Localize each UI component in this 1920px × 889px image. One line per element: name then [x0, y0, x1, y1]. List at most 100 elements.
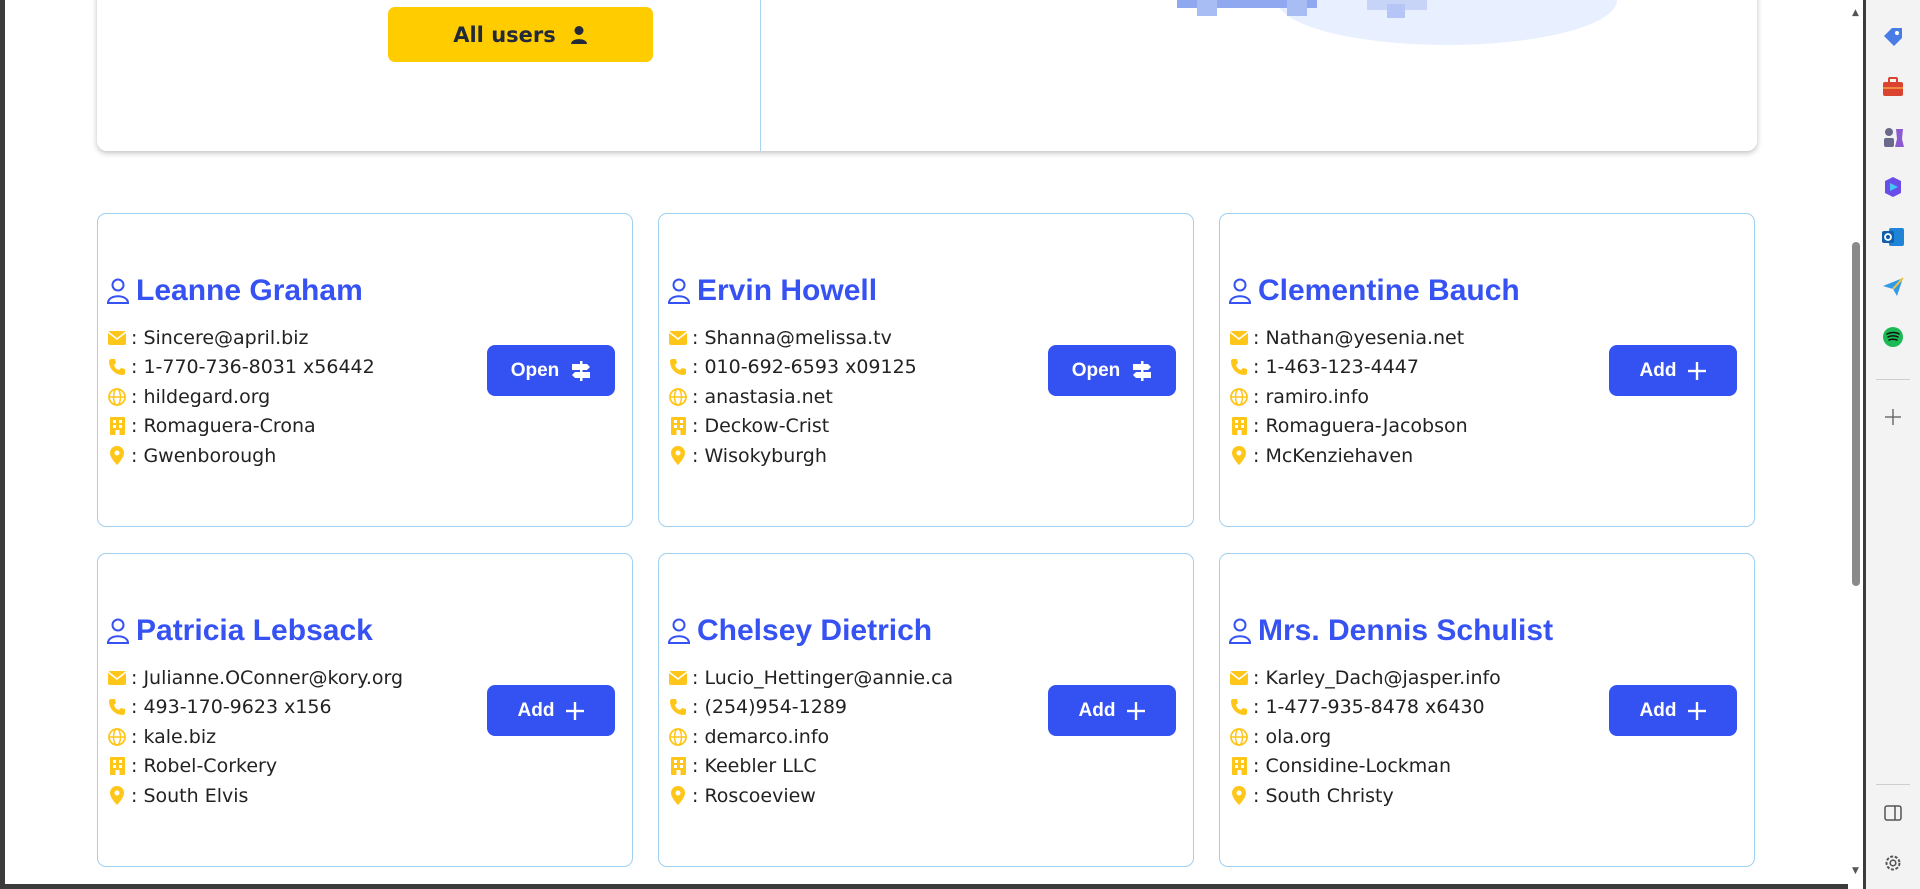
add-user-button[interactable]: Add: [1048, 685, 1176, 736]
user-name-text: Chelsey Dietrich: [697, 614, 933, 647]
globe-icon: [106, 726, 128, 748]
building-icon: [106, 415, 128, 437]
user-phone: : 1-770-736-8031 x56442: [131, 356, 375, 379]
tag-icon[interactable]: [1878, 22, 1908, 52]
hero-panel: All users: [97, 0, 1757, 151]
plus-icon: [1688, 701, 1707, 720]
user-card: Mrs. Dennis Schulist : Karley_Dach@jaspe…: [1219, 553, 1755, 867]
user-company: : Romaguera-Crona: [131, 415, 316, 438]
user-outline-icon: [1228, 278, 1252, 304]
user-name: Patricia Lebsack: [106, 614, 373, 648]
browser-sidebar: [1866, 0, 1920, 889]
building-icon: [1228, 755, 1250, 777]
add-user-button[interactable]: Add: [487, 685, 615, 736]
split-view-icon[interactable]: [1878, 798, 1908, 828]
add-user-button[interactable]: Add: [1609, 685, 1737, 736]
all-users-button[interactable]: All users: [388, 7, 653, 62]
map-pin-icon: [1228, 785, 1250, 807]
user-card: Ervin Howell : Shanna@melissa.tv : 010-6…: [658, 213, 1194, 527]
user-info: : Julianne.OConner@kory.org : 493-170-96…: [106, 663, 403, 811]
user-name-text: Ervin Howell: [697, 274, 878, 307]
globe-icon: [667, 726, 689, 748]
send-icon[interactable]: [1878, 272, 1908, 302]
user-email: : Shanna@melissa.tv: [692, 326, 892, 349]
user-name-text: Patricia Lebsack: [136, 614, 373, 647]
building-icon: [1228, 415, 1250, 437]
user-info: : Sincere@april.biz : 1-770-736-8031 x56…: [106, 323, 375, 471]
scroll-down-arrow-icon[interactable]: ▼: [1850, 866, 1861, 877]
user-card: Leanne Graham : Sincere@april.biz : 1-77…: [97, 213, 633, 527]
envelope-icon: [106, 667, 128, 689]
envelope-icon: [667, 667, 689, 689]
user-name-text: Leanne Graham: [136, 274, 363, 307]
scroll-up-arrow-icon[interactable]: ▲: [1850, 8, 1861, 19]
user-website: : hildegard.org: [131, 385, 271, 408]
sidebar-separator: [1876, 784, 1910, 785]
signpost-icon: [572, 360, 591, 381]
phone-icon: [1228, 356, 1250, 378]
map-pin-icon: [667, 445, 689, 467]
globe-icon: [667, 386, 689, 408]
globe-icon: [1228, 726, 1250, 748]
settings-icon[interactable]: [1878, 848, 1908, 878]
envelope-icon: [667, 327, 689, 349]
user-name: Mrs. Dennis Schulist: [1228, 614, 1553, 648]
all-users-label: All users: [453, 22, 556, 47]
map-pin-icon: [667, 785, 689, 807]
building-icon: [667, 415, 689, 437]
user-city: : McKenziehaven: [1253, 444, 1414, 467]
map-pin-icon: [1228, 445, 1250, 467]
user-name-text: Mrs. Dennis Schulist: [1258, 614, 1554, 647]
spotify-icon[interactable]: [1878, 322, 1908, 352]
user-icon: [570, 25, 587, 44]
chess-icon[interactable]: [1878, 122, 1908, 152]
user-city: : South Christy: [1253, 784, 1394, 807]
user-company: : Keebler LLC: [692, 755, 817, 778]
user-website: : kale.biz: [131, 725, 217, 748]
open-user-button[interactable]: Open: [1048, 345, 1176, 396]
user-email: : Julianne.OConner@kory.org: [131, 666, 404, 689]
add-icon[interactable]: [1878, 402, 1908, 432]
button-label: Add: [1078, 699, 1116, 721]
user-name: Leanne Graham: [106, 274, 363, 308]
user-website: : demarco.info: [692, 725, 830, 748]
phone-icon: [667, 356, 689, 378]
button-label: Open: [1071, 359, 1121, 381]
user-email: : Lucio_Hettinger@annie.ca: [692, 666, 954, 689]
user-website: : ola.org: [1253, 725, 1332, 748]
user-company: : Considine-Lockman: [1253, 755, 1451, 778]
user-phone: : 493-170-9623 x156: [131, 696, 332, 719]
user-email: : Nathan@yesenia.net: [1253, 326, 1465, 349]
user-website: : ramiro.info: [1253, 385, 1370, 408]
panel-divider: [760, 0, 761, 151]
phone-icon: [1228, 696, 1250, 718]
user-phone: : 1-463-123-4447: [1253, 356, 1419, 379]
outlook-icon[interactable]: [1878, 222, 1908, 252]
copilot-icon[interactable]: [1878, 172, 1908, 202]
user-outline-icon: [106, 618, 130, 644]
open-user-button[interactable]: Open: [487, 345, 615, 396]
user-outline-icon: [106, 278, 130, 304]
user-info: : Karley_Dach@jasper.info : 1-477-935-84…: [1228, 663, 1501, 811]
vertical-scrollbar[interactable]: ▲ ▼: [1848, 0, 1863, 889]
signpost-icon: [1133, 360, 1152, 381]
user-company: : Deckow-Crist: [692, 415, 830, 438]
user-city: : Wisokyburgh: [692, 444, 827, 467]
user-info: : Nathan@yesenia.net : 1-463-123-4447 : …: [1228, 323, 1468, 471]
building-icon: [106, 755, 128, 777]
hero-illustration: [1177, 0, 1617, 45]
envelope-icon: [1228, 667, 1250, 689]
button-label: Add: [1639, 359, 1677, 381]
globe-icon: [106, 386, 128, 408]
button-label: Open: [510, 359, 560, 381]
toolbox-icon[interactable]: [1878, 72, 1908, 102]
user-phone: : 010-692-6593 x09125: [692, 356, 917, 379]
envelope-icon: [1228, 327, 1250, 349]
user-outline-icon: [667, 278, 691, 304]
user-outline-icon: [1228, 618, 1252, 644]
map-pin-icon: [106, 785, 128, 807]
scroll-thumb[interactable]: [1852, 242, 1860, 586]
plus-icon: [566, 701, 585, 720]
add-user-button[interactable]: Add: [1609, 345, 1737, 396]
phone-icon: [106, 356, 128, 378]
